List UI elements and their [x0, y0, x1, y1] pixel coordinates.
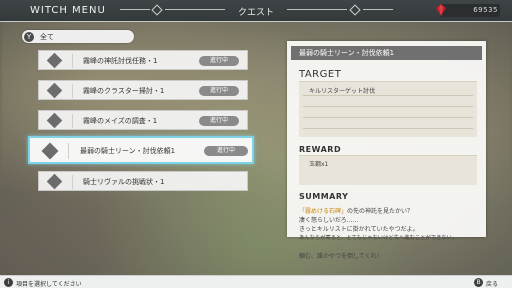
header-ornament-line	[287, 9, 347, 10]
summary-line-4: あんならが寄ると、とてもじゃないけど先へ進むことができない。	[299, 235, 458, 241]
quest-status-badge: 進行中	[199, 86, 239, 96]
quest-status-badge: 進行中	[204, 146, 248, 156]
footer-hint: 項目を選択してください	[16, 281, 82, 288]
summary-heading: SUMMARY	[299, 192, 349, 201]
quest-diamond-icon	[46, 82, 63, 99]
bottom-bar: i 項目を選択してください B 戻る	[0, 275, 512, 288]
summary-line: 「霧めける石碑」の先の神託を見たかい？	[299, 206, 413, 215]
divider	[72, 175, 73, 189]
target-text: キルリスターゲット討伐	[309, 88, 376, 95]
summary-line-1: の先の神託を見たかい？	[347, 208, 414, 215]
header-ornament-line	[363, 9, 393, 10]
summary-highlight: 「霧めける石碑」	[299, 208, 348, 215]
filter-label: 全て	[40, 33, 54, 41]
quest-name: 霧峰の神託討伐任務・1	[83, 57, 158, 65]
quest-name: 霧峰のメイズの調査・1	[83, 117, 158, 125]
divider	[72, 84, 73, 98]
quest-list-item-selected[interactable]: 最弱の騎士リーン・討伐依頼1 進行中	[28, 136, 254, 164]
ruled-line	[303, 95, 473, 96]
quest-list-item[interactable]: 霧峰のメイズの調査・1 進行中	[38, 110, 248, 130]
quest-diamond-icon	[41, 142, 59, 160]
currency-value: 69535	[473, 6, 498, 14]
y-button-icon: Y	[24, 31, 34, 42]
target-heading: TARGET	[299, 69, 342, 80]
divider	[72, 114, 73, 128]
reward-box: 玉鋼x1	[299, 155, 477, 185]
quest-list-item[interactable]: 騎士リヴァルの挑戦状・1	[38, 171, 248, 191]
quest-name: 霧峰のクラスター掃討・1	[83, 87, 165, 95]
quest-diamond-icon	[46, 112, 63, 129]
ruled-line	[303, 106, 473, 107]
quest-status-badge: 進行中	[199, 56, 239, 66]
detail-title: 最弱の騎士リーン・討伐依頼1	[291, 46, 482, 60]
summary-line-2: 凄く怒らしいだろ……	[299, 217, 359, 224]
ruled-line	[303, 117, 473, 118]
quest-diamond-icon	[46, 173, 63, 190]
back-label[interactable]: 戻る	[486, 279, 498, 288]
summary-line-3: きっとキルリストに掛かれていたやつだよ。	[299, 226, 419, 233]
ruled-line	[303, 128, 473, 129]
quest-list-item[interactable]: 霧峰のクラスター掃討・1 進行中	[38, 80, 248, 100]
reward-text: 玉鋼x1	[309, 161, 329, 168]
quest-list-item[interactable]: 霧峰の神託討伐任務・1 進行中	[38, 50, 248, 70]
filter-dropdown[interactable]: Y 全て	[22, 30, 134, 43]
quest-name: 騎士リヴァルの挑戦状・1	[83, 178, 165, 186]
info-icon: i	[4, 278, 13, 287]
summary-line-5: 頼む、誰かやつを倒してくれ！	[299, 253, 383, 260]
quest-name: 最弱の騎士リーン・討伐依頼1	[80, 147, 176, 155]
divider	[68, 143, 69, 159]
quest-detail-panel: 最弱の騎士リーン・討伐依頼1 TARGET キルリスターゲット討伐 REWARD…	[287, 41, 486, 241]
divider	[72, 54, 73, 68]
target-box: キルリスターゲット討伐	[299, 81, 477, 137]
quest-diamond-icon	[46, 52, 63, 69]
reward-heading: REWARD	[299, 145, 342, 154]
b-button-icon[interactable]: B	[474, 278, 483, 287]
top-bar: WITCH MENU クエスト 69535	[0, 0, 512, 22]
quest-status-badge: 進行中	[199, 116, 239, 126]
red-gem-icon	[436, 4, 446, 16]
